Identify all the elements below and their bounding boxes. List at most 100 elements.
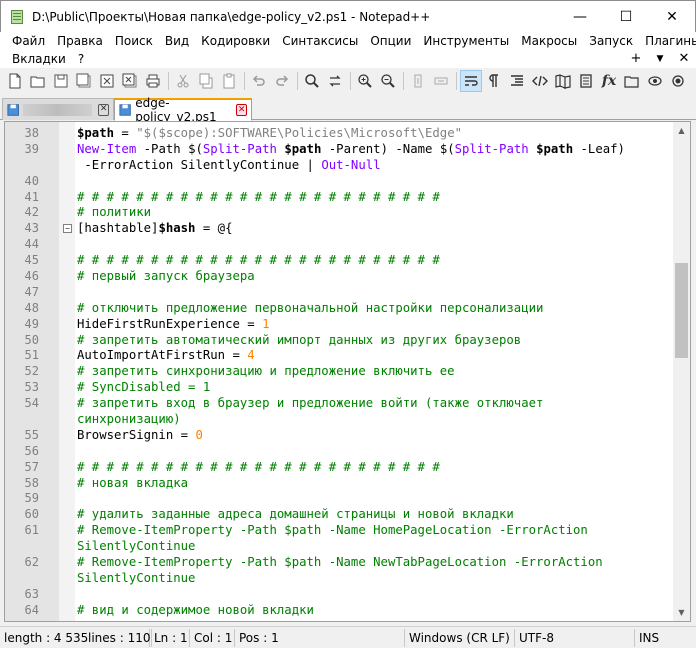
indent-guide-icon[interactable] [506,70,528,92]
new-tab-button[interactable]: + [624,50,648,68]
menu-item-0[interactable]: Файл [6,32,51,50]
new-file-icon[interactable] [4,70,26,92]
code-line[interactable]: 62 # Remove-ItemProperty -Path $path -Nam… [5,555,673,571]
token: # первый запуск браузера [77,269,255,284]
menu-item-1[interactable]: Правка [51,32,109,50]
tab-close-icon[interactable]: ✕ [236,104,247,116]
code-line[interactable]: 50 # запретить автоматический импорт данн… [5,333,673,349]
code-line[interactable]: 51 AutoImportAtFirstRun = 4 [5,348,673,364]
close-window-button[interactable]: ✕ [649,1,695,32]
code-line[interactable]: SilentlyContinue [5,539,673,555]
record-macro-icon[interactable] [667,70,689,92]
menu-item-8[interactable]: Макросы [515,32,583,50]
tab-edge-policy[interactable]: edge-policy_v2.ps1 ✕ [114,96,252,124]
find-icon[interactable] [301,70,323,92]
menu-item-2[interactable]: Поиск [109,32,159,50]
menu-item-tabs[interactable]: Вкладки [6,50,72,68]
code-line[interactable]: 42 # политики [5,205,673,221]
minimize-button[interactable]: — [557,1,603,32]
line-number: 47 [24,284,39,299]
code-line[interactable]: 49 HideFirstRunExperience = 1 [5,317,673,333]
code-editor[interactable]: 38 $path = "$($scope):SOFTWARE\Policies\M… [4,121,691,622]
save-icon[interactable] [50,70,72,92]
copy-icon[interactable] [195,70,217,92]
code-line[interactable]: 64 # вид и содержимое новой вкладки [5,603,673,619]
close-all-icon[interactable] [119,70,141,92]
fold-toggle-icon[interactable]: − [63,224,72,234]
sync-v-icon[interactable] [407,70,429,92]
code-line[interactable]: 56 [5,444,673,460]
code-line[interactable]: 40 [5,174,673,190]
code-line[interactable]: 38 $path = "$($scope):SOFTWARE\Policies\M… [5,126,673,142]
token: # вид и содержимое новой вкладки [77,602,314,617]
code-line[interactable]: синхронизацию) [5,412,673,428]
code-line[interactable]: 55 BrowserSignin = 0 [5,428,673,444]
code-line[interactable]: 47 [5,285,673,301]
code-line[interactable]: 60 # удалить заданные адреса домашней стр… [5,507,673,523]
scroll-thumb[interactable] [675,263,688,358]
cut-icon[interactable] [172,70,194,92]
code-line[interactable]: 58 # новая вкладка [5,476,673,492]
code-line[interactable]: SilentlyContinue [5,571,673,587]
code-line[interactable]: 54 # запретить вход в браузер и предложен… [5,396,673,412]
menu-item-9[interactable]: Запуск [583,32,639,50]
monitoring-icon[interactable] [644,70,666,92]
menu-item-5[interactable]: Синтаксисы [276,32,364,50]
zoom-out-icon[interactable] [377,70,399,92]
menu-item-4[interactable]: Кодировки [195,32,276,50]
token: Split-Path [454,141,529,156]
code-line[interactable]: 41 # # # # # # # # # # # # # # # # # # # … [5,190,673,206]
close-tab-button[interactable]: ✕ [672,50,696,68]
menu-item-10[interactable]: Плагины [639,32,696,50]
code-text: # первый запуск браузера [77,269,255,285]
code-line[interactable]: 52 # запретить синхронизацию и предложени… [5,364,673,380]
paste-icon[interactable] [218,70,240,92]
code-line[interactable]: 44 [5,237,673,253]
close-icon[interactable] [96,70,118,92]
code-line[interactable]: 61 # Remove-ItemProperty -Path $path -Nam… [5,523,673,539]
replace-icon[interactable] [324,70,346,92]
code-line[interactable]: 59 [5,491,673,507]
menu-item-help[interactable]: ? [72,50,90,68]
function-list-icon[interactable] [575,70,597,92]
word-wrap-icon[interactable] [460,70,482,92]
menu-item-7[interactable]: Инструменты [417,32,515,50]
status-encoding[interactable]: UTF-8 [515,628,635,647]
menu-item-3[interactable]: Вид [159,32,195,50]
code-line[interactable]: 63 [5,587,673,603]
tab-list-button[interactable]: ▼ [648,50,672,68]
code-line[interactable]: 48 # отключить предложение первоначальной… [5,301,673,317]
undo-icon[interactable] [248,70,270,92]
document-map-icon[interactable] [552,70,574,92]
token: # Remove-ItemProperty -Path $path -Name … [77,555,603,570]
tab-close-icon[interactable]: ✕ [98,103,110,116]
open-folder-icon[interactable] [27,70,49,92]
code-line[interactable]: 39 New-Item -Path $(Split-Path $path -Par… [5,142,673,158]
status-eol[interactable]: Windows (CR LF) [405,628,515,647]
code-line[interactable]: 46 # первый запуск браузера [5,269,673,285]
show-all-chars-icon[interactable] [483,70,505,92]
menu-item-6[interactable]: Опции [364,32,417,50]
save-all-icon[interactable] [73,70,95,92]
tab-other-file[interactable]: ✕ [2,98,114,120]
scroll-up-icon[interactable]: ▲ [673,122,690,139]
code-line[interactable]: 43 − [hashtable]$hash = @{ [5,221,673,237]
token: # # # # # # # # # # # # # # # # # # # # … [77,253,440,268]
redo-icon[interactable] [271,70,293,92]
line-number: 50 [24,332,39,347]
folder-workspace-icon[interactable] [621,70,643,92]
code-line[interactable]: 45 # # # # # # # # # # # # # # # # # # # … [5,253,673,269]
vertical-scrollbar[interactable]: ▲ ▼ [673,122,690,621]
xml-tag-icon[interactable] [529,70,551,92]
code-line[interactable]: 53 # SyncDisabled = 1 [5,380,673,396]
fx-icon[interactable]: fx [598,70,620,92]
code-line[interactable]: -ErrorAction SilentlyContinue | Out-Null [5,158,673,174]
code-area[interactable]: 38 $path = "$($scope):SOFTWARE\Policies\M… [5,126,673,619]
scroll-down-icon[interactable]: ▼ [673,604,690,621]
zoom-in-icon[interactable] [354,70,376,92]
maximize-button[interactable]: ☐ [603,1,649,32]
print-icon[interactable] [142,70,164,92]
token: # # # # # # # # # # # # # # # # # # # # … [77,459,440,474]
code-line[interactable]: 57 # # # # # # # # # # # # # # # # # # # … [5,460,673,476]
sync-h-icon[interactable] [430,70,452,92]
